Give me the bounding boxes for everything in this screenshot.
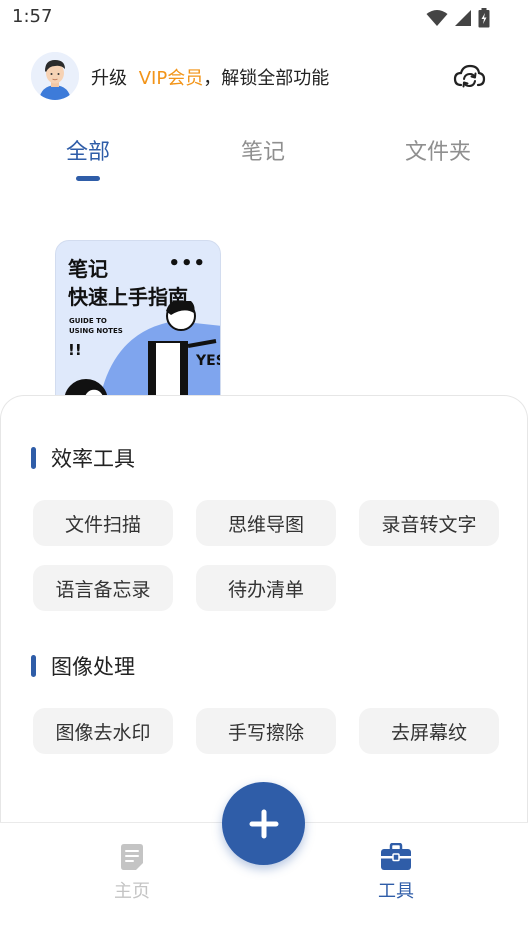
vip-suffix: ，解锁全部功能 xyxy=(203,68,330,89)
tool-voice-memo[interactable]: 语言备忘录 xyxy=(33,565,173,611)
status-bar: 1:57 xyxy=(0,0,528,36)
section-efficiency-header: 效率工具 xyxy=(31,443,135,473)
nav-home[interactable]: 主页 xyxy=(92,843,172,903)
tool-audio-to-text[interactable]: 录音转文字 xyxy=(359,500,499,546)
card-yes: YES xyxy=(195,353,221,369)
battery-icon xyxy=(478,8,490,28)
document-icon xyxy=(121,844,143,870)
plus-icon xyxy=(249,809,278,838)
status-icons xyxy=(426,8,490,28)
tab-all[interactable]: 全部 xyxy=(66,134,110,166)
section-marker xyxy=(31,447,36,469)
tool-handwriting-erase[interactable]: 手写擦除 xyxy=(196,708,336,754)
tools-sheet: 效率工具 文件扫描 思维导图 录音转文字 语言备忘录 待办清单 图像处理 图像去… xyxy=(0,395,528,825)
tool-todo-list[interactable]: 待办清单 xyxy=(196,565,336,611)
tool-file-scan[interactable]: 文件扫描 xyxy=(33,500,173,546)
header: 升级 VIP会员，解锁全部功能 xyxy=(0,50,528,106)
section-image-header: 图像处理 xyxy=(31,651,135,681)
tool-mind-map[interactable]: 思维导图 xyxy=(196,500,336,546)
status-time: 1:57 xyxy=(12,6,53,27)
tab-indicator xyxy=(76,176,100,181)
tab-notes[interactable]: 笔记 xyxy=(241,134,285,166)
note-card-quickstart[interactable]: ••• 笔记 快速上手指南 GUIDE TO USING NOTES !! YE… xyxy=(55,240,221,420)
cloud-sync-icon[interactable] xyxy=(452,60,486,94)
vip-prefix: 升级 xyxy=(91,68,127,89)
tool-remove-moire[interactable]: 去屏幕纹 xyxy=(359,708,499,754)
card-title-line1: 笔记 xyxy=(68,257,108,281)
section-image-title: 图像处理 xyxy=(51,655,135,679)
tool-remove-watermark[interactable]: 图像去水印 xyxy=(33,708,173,754)
signal-icon xyxy=(455,10,471,26)
toolbox-icon xyxy=(381,843,411,870)
section-efficiency-title: 效率工具 xyxy=(51,447,135,471)
vip-upgrade-banner[interactable]: 升级 VIP会员，解锁全部功能 xyxy=(91,64,329,90)
avatar[interactable] xyxy=(31,52,79,100)
nav-tools[interactable]: 工具 xyxy=(356,843,436,903)
wifi-icon xyxy=(426,10,448,26)
tab-bar: 全部 笔记 文件夹 xyxy=(0,130,528,190)
nav-home-label: 主页 xyxy=(114,881,150,902)
vip-highlight: VIP会员 xyxy=(138,68,204,89)
tab-folders[interactable]: 文件夹 xyxy=(405,134,471,166)
add-button[interactable] xyxy=(222,782,305,865)
nav-tools-label: 工具 xyxy=(378,881,414,902)
section-marker xyxy=(31,655,36,677)
